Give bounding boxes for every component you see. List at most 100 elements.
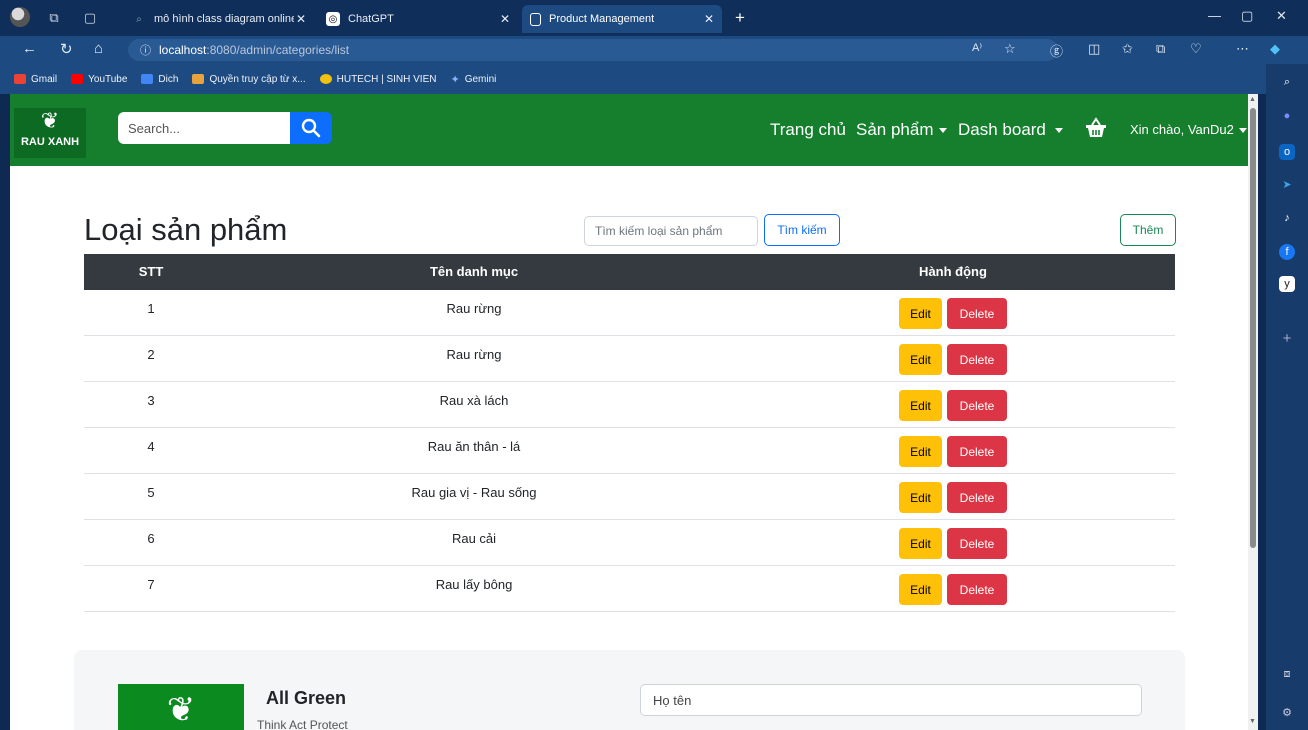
site-search-input[interactable] [118, 112, 290, 144]
nav-dashboard[interactable]: Dash board [958, 120, 1063, 140]
settings-gear-icon[interactable]: ⚙ [1279, 704, 1295, 720]
performance-icon[interactable]: ♡ [1190, 41, 1202, 57]
bookmark-dich[interactable]: Dich [141, 74, 178, 85]
app-icon[interactable]: y [1279, 276, 1295, 292]
delete-button[interactable]: Delete [947, 528, 1007, 559]
telegram-icon[interactable]: ➤ [1279, 176, 1295, 192]
collections-icon[interactable]: ⧉ [1156, 41, 1165, 57]
category-search-input[interactable] [584, 216, 758, 246]
table-row: 2 Rau rừng Edit Delete [84, 336, 1175, 382]
cart-button[interactable] [1084, 116, 1108, 145]
delete-button[interactable]: Delete [947, 298, 1007, 329]
gemini-icon: ✦ [450, 73, 460, 86]
table-row: 1 Rau rừng Edit Delete [84, 290, 1175, 336]
close-icon[interactable]: ✕ [500, 12, 510, 26]
delete-button[interactable]: Delete [947, 574, 1007, 605]
close-window-icon[interactable]: ✕ [1276, 8, 1287, 24]
tab-class-diagram[interactable]: ⌕ mô hình class diagram online - T ✕ [124, 5, 314, 33]
bookmark-label: Gmail [31, 73, 58, 85]
site-footer: ❦ All Green Think Act Protect [74, 650, 1185, 730]
close-icon[interactable]: ✕ [704, 12, 714, 26]
edit-button[interactable]: Edit [899, 436, 942, 467]
leaf-icon: ❦ [166, 691, 196, 729]
minimize-icon[interactable]: — [1208, 8, 1221, 23]
nav-products-label: Sản phẩm [856, 120, 934, 139]
table-row: 4 Rau ăn thân - lá Edit Delete [84, 428, 1175, 474]
tiktok-icon[interactable]: ♪ [1279, 210, 1295, 226]
column-header-name: Tên danh mục [429, 264, 519, 279]
site-search-button[interactable] [290, 112, 332, 144]
table-body: 1 Rau rừng Edit Delete 2 Rau rừng Edit Delete 3 R… [84, 290, 1175, 612]
page-title: Loại sản phẩm [84, 212, 288, 247]
search-icon[interactable]: ⌕ [1279, 74, 1295, 90]
bookmark-label: Dich [158, 73, 179, 85]
bookmark-remote-access[interactable]: Quyền truy cập từ x... [192, 73, 306, 85]
scroll-down-icon[interactable]: ▼ [1249, 718, 1256, 725]
facebook-icon[interactable]: f [1279, 244, 1295, 260]
chevron-down-icon [1238, 128, 1247, 134]
info-icon[interactable]: ⓘ [140, 42, 151, 58]
chevron-down-icon [1054, 128, 1063, 134]
delete-button[interactable]: Delete [947, 482, 1007, 513]
refresh-icon[interactable]: ↻ [60, 40, 73, 58]
table-header: STT Tên danh mục Hành động [84, 254, 1175, 290]
scroll-up-icon[interactable]: ▲ [1249, 96, 1256, 103]
footer-name-input[interactable] [640, 684, 1142, 716]
edit-button[interactable]: Edit [899, 482, 942, 513]
more-icon[interactable]: ⋯ [1236, 41, 1249, 57]
row-category-name: Rau rừng [446, 347, 502, 362]
bookmark-gmail[interactable]: Gmail [14, 74, 57, 85]
favorites-icon[interactable]: ✩ [1122, 41, 1133, 57]
edit-button[interactable]: Edit [899, 298, 942, 329]
restore-icon[interactable]: ▢ [1241, 8, 1253, 24]
scrollbar-thumb[interactable] [1250, 108, 1256, 548]
address-bar-row: ← ↻ ⌂ ⓘ localhost:8080/admin/categories/… [0, 36, 1308, 64]
back-icon[interactable]: ← [22, 40, 37, 57]
delete-button[interactable]: Delete [947, 436, 1007, 467]
edit-button[interactable]: Edit [899, 390, 942, 421]
basket-icon [1086, 117, 1106, 137]
favorite-star-icon[interactable]: ☆ [1004, 41, 1016, 57]
bookmark-label: Quyền truy cập từ x... [209, 73, 306, 85]
delete-button[interactable]: Delete [947, 344, 1007, 375]
bookmark-hutech[interactable]: HUTECH | SINH VIEN [319, 74, 436, 85]
add-category-button[interactable]: Thêm [1120, 214, 1176, 246]
url-field[interactable]: ⓘ localhost:8080/admin/categories/list [128, 39, 1058, 61]
category-search-button[interactable]: Tìm kiếm [764, 214, 840, 246]
read-aloud-icon[interactable]: A⁾ [972, 41, 982, 54]
row-stt: 4 [147, 439, 155, 454]
nav-products[interactable]: Sản phẩm [856, 120, 947, 140]
screenshot-icon[interactable]: ⧈ [1279, 666, 1295, 682]
edit-button[interactable]: Edit [899, 574, 942, 605]
search-icon: ⌕ [136, 13, 142, 25]
new-tab-icon[interactable]: + [730, 8, 750, 28]
bookmark-gemini[interactable]: ✦ Gemini [450, 73, 496, 86]
row-category-name: Rau cải [451, 531, 497, 546]
delete-button[interactable]: Delete [947, 390, 1007, 421]
outlook-icon[interactable]: o [1279, 144, 1295, 160]
home-icon[interactable]: ⌂ [94, 40, 103, 57]
tab-actions-icon[interactable]: ▢ [80, 8, 100, 28]
extension-icon[interactable]: ⓖ [1050, 41, 1063, 60]
tab-label: mô hình class diagram online - T [154, 13, 294, 25]
copilot-icon[interactable]: ◆ [1270, 41, 1280, 57]
table-row: 3 Rau xà lách Edit Delete [84, 382, 1175, 428]
close-icon[interactable]: ✕ [296, 12, 306, 26]
edit-button[interactable]: Edit [899, 528, 942, 559]
site-logo[interactable]: ❦ RAU XANH [14, 108, 86, 158]
user-menu[interactable]: Xin chào, VanDu2 [1130, 122, 1247, 137]
tab-label: Product Management [549, 13, 655, 25]
copilot-sidebar-icon[interactable]: ● [1279, 108, 1295, 124]
url-path: :8080/admin/categories/list [206, 43, 350, 57]
tab-product-management[interactable]: Product Management ✕ [522, 5, 722, 33]
edit-button[interactable]: Edit [899, 344, 942, 375]
workspaces-icon[interactable]: ⧉ [44, 8, 64, 28]
split-screen-icon[interactable]: ◫ [1088, 41, 1100, 57]
page-scrollbar[interactable]: ▲ ▼ [1248, 94, 1258, 730]
nav-home[interactable]: Trang chủ [770, 120, 846, 140]
bookmark-youtube[interactable]: YouTube [71, 74, 127, 85]
tab-chatgpt[interactable]: ◎ ChatGPT ✕ [318, 5, 518, 33]
youtube-icon [71, 74, 84, 84]
profile-avatar[interactable] [10, 7, 30, 27]
add-sidebar-icon[interactable]: + [1279, 330, 1295, 347]
